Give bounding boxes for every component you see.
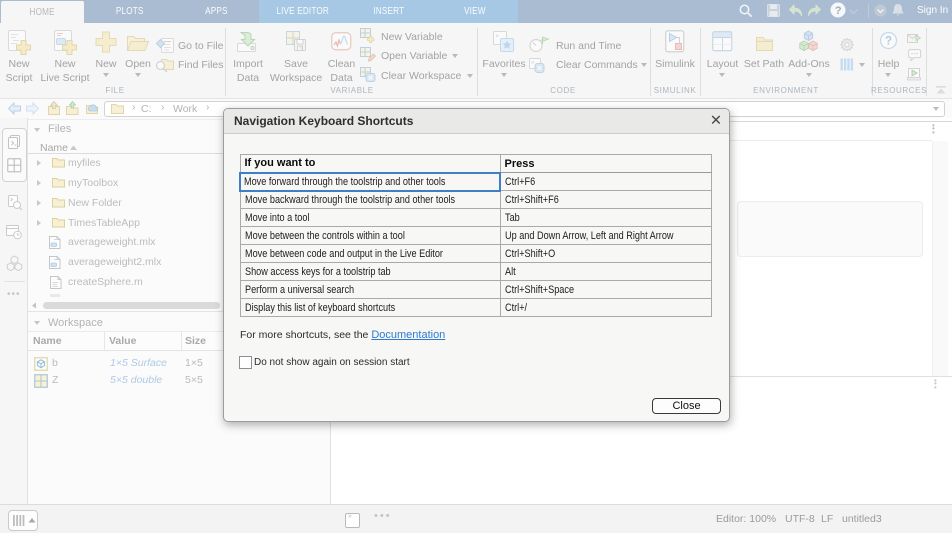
svg-text:?: ? [835, 5, 842, 17]
svg-text:?: ? [885, 36, 892, 48]
